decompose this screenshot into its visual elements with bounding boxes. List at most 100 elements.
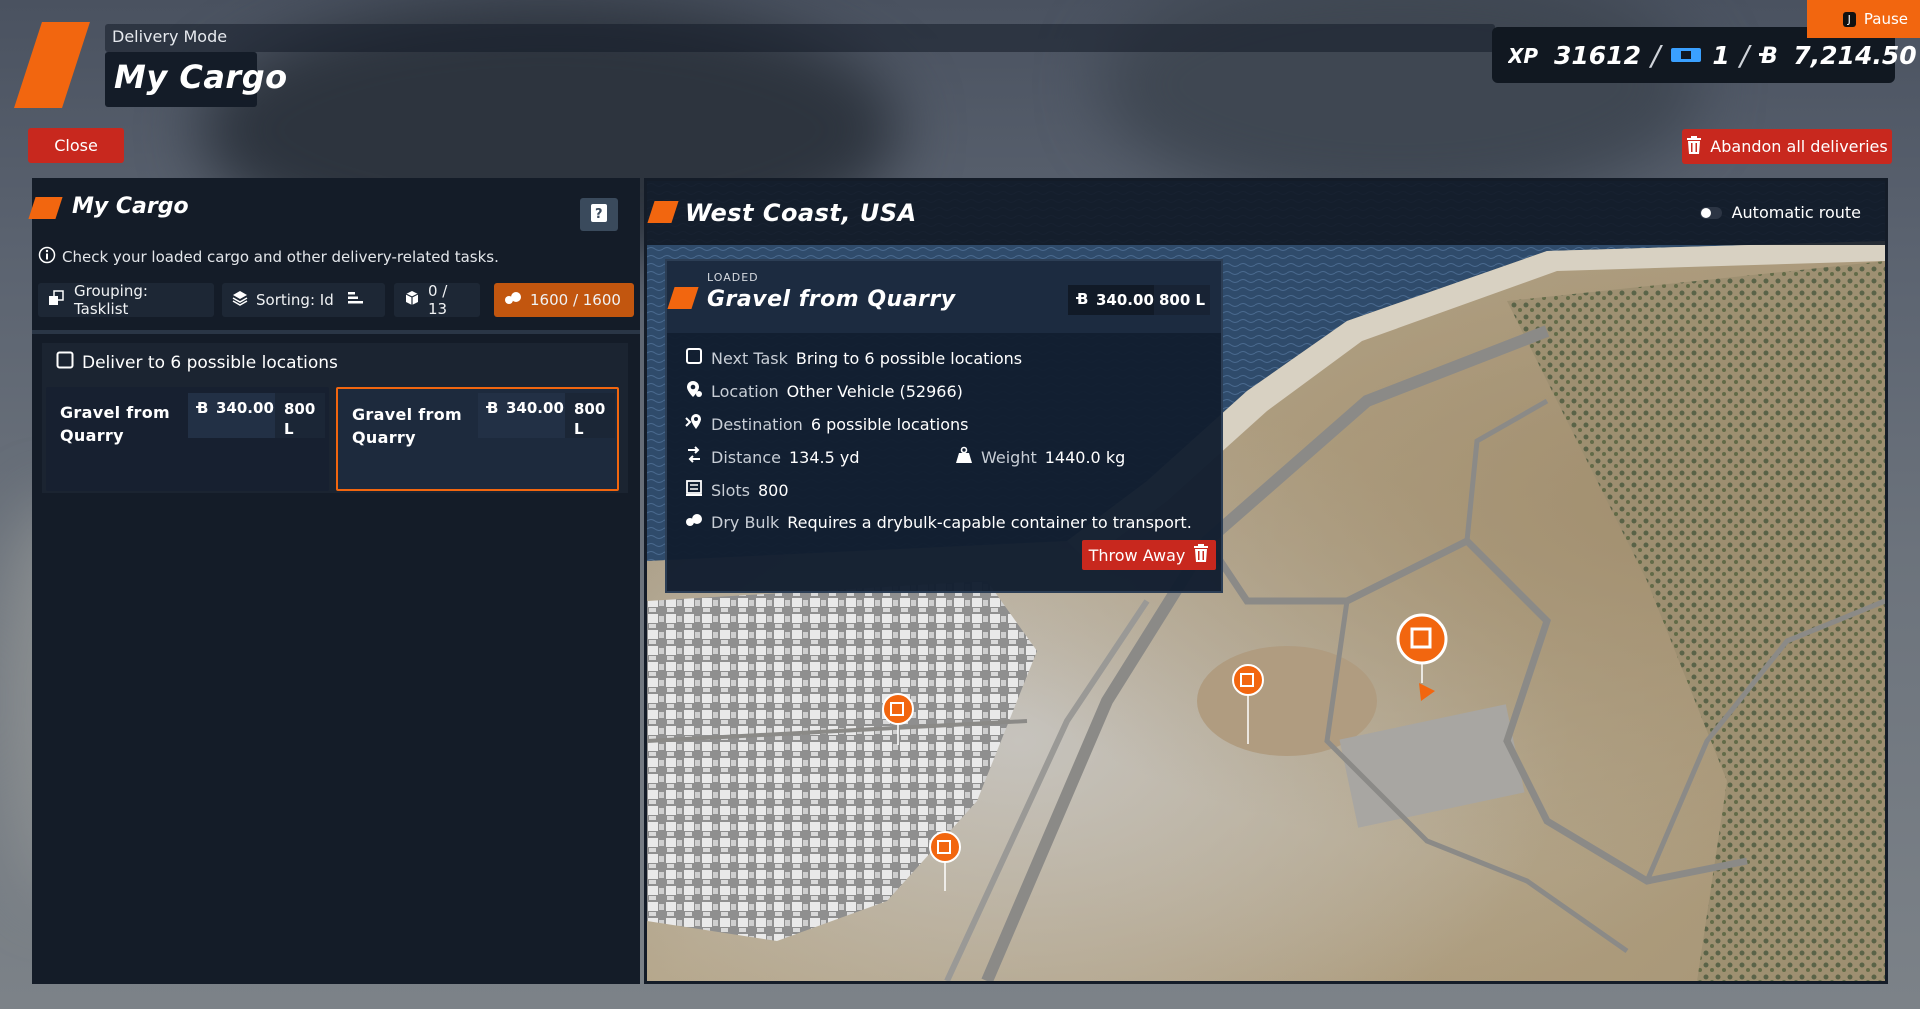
mode-label: Delivery Mode (112, 27, 228, 46)
weight-icon (955, 446, 973, 468)
distance-key: Distance (711, 447, 781, 467)
svg-text:?: ? (595, 207, 603, 222)
cargo-status: LOADED (707, 271, 759, 284)
next-task-value: Bring to 6 possible locations (795, 348, 1023, 368)
tickets-value: 1 (1712, 40, 1730, 70)
next-task-key: Next Task (711, 348, 788, 368)
money-icon: B (1759, 43, 1783, 67)
weight-value: 1440.0 kg (1044, 447, 1126, 467)
checkbox-icon (56, 351, 74, 374)
cargo-card-volume: 800 L (565, 393, 615, 438)
box-icon (404, 290, 420, 310)
active-delivery-pin[interactable] (1395, 613, 1449, 717)
sorting-label: Sorting: Id (256, 291, 334, 309)
pause-label: Pause (1863, 10, 1908, 28)
cargo-card-name: Gravel from Quarry (60, 403, 170, 445)
game-logo-slash (14, 22, 90, 108)
slots-value: 800 (758, 480, 789, 500)
pause-key-hint: J (1842, 11, 1856, 27)
capacity-icon (504, 291, 522, 309)
delivery-pin[interactable] (880, 693, 916, 749)
trash-icon (1686, 135, 1702, 158)
map-region-title: West Coast, USA (685, 199, 917, 227)
mode-label-bar (105, 24, 1495, 52)
capacity-badge: 1600 / 1600 (494, 283, 634, 317)
abandon-all-deliveries-button[interactable]: Abandon all deliveries (1682, 129, 1892, 164)
next-task-row: Next Task Bring to 6 possible locations (685, 347, 1022, 369)
automatic-route-label: Automatic route (1731, 203, 1861, 222)
cargo-detail-name: Gravel from Quarry (707, 287, 956, 312)
location-value: Other Vehicle (52966) (786, 381, 963, 401)
task-group: Deliver to 6 possible locations Gravel f… (42, 343, 628, 493)
layers-icon (232, 290, 248, 310)
automatic-route-toggle[interactable]: Automatic route (1699, 203, 1861, 222)
delivery-pin[interactable] (1230, 664, 1266, 748)
money-icon: B (486, 399, 500, 438)
xp-icon: XP (1508, 44, 1544, 66)
svg-text:XP: XP (1508, 44, 1538, 66)
location-row: Location Other Vehicle (52966) (685, 380, 963, 402)
slots-row: Slots 800 (685, 479, 789, 501)
throw-away-button[interactable]: Throw Away (1082, 540, 1216, 570)
money-icon: B (1076, 290, 1090, 310)
pause-button[interactable]: J Pause (1807, 0, 1920, 38)
capacity-value: 1600 / 1600 (530, 291, 621, 309)
cargo-panel: My Cargo ? Check your loaded cargo and o… (28, 178, 640, 984)
checkbox-icon (685, 347, 703, 369)
panel-accent (28, 197, 63, 219)
distance-icon (685, 446, 703, 468)
dry-bulk-icon (685, 512, 703, 532)
cargo-card-name: Gravel from Quarry (352, 405, 462, 447)
money-icon: B (196, 399, 210, 438)
toggle-switch[interactable] (1699, 206, 1722, 219)
delivery-pin[interactable] (927, 831, 963, 895)
slots-icon (685, 479, 703, 501)
weight-key: Weight (981, 447, 1037, 467)
grouping-icon (48, 290, 66, 310)
panel-divider (32, 330, 640, 334)
help-button[interactable]: ? (580, 198, 618, 231)
info-line: Check your loaded cargo and other delive… (38, 246, 499, 268)
cargo-count: 0 / 13 (428, 282, 448, 318)
destination-icon (685, 413, 703, 435)
distance-value: 134.5 yd (788, 447, 860, 467)
info-text: Check your loaded cargo and other delive… (62, 248, 499, 266)
throw-away-label: Throw Away (1088, 545, 1186, 565)
money-value: 7,214.50 (1793, 40, 1917, 70)
page-title: My Cargo (114, 58, 288, 96)
abandon-label: Abandon all deliveries (1710, 137, 1888, 156)
cargo-type-key: Dry Bulk (711, 512, 780, 532)
task-group-header[interactable]: Deliver to 6 possible locations (56, 351, 338, 374)
map-header: West Coast, USA Automatic route (647, 181, 1885, 245)
cargo-card-price-value: 340.00 (506, 399, 564, 417)
slots-key: Slots (711, 480, 750, 500)
cargo-type-row: Dry Bulk Requires a drybulk-capable cont… (685, 512, 1192, 532)
stats-separator: / (1650, 38, 1661, 72)
map-panel[interactable]: West Coast, USA Automatic route LOADED G… (644, 178, 1888, 984)
sorting-dropdown[interactable]: Sorting: Id (222, 283, 385, 317)
destination-row: Destination 6 possible locations (685, 413, 969, 435)
sort-order-icon[interactable] (347, 291, 364, 309)
cargo-count-badge: 0 / 13 (394, 282, 480, 318)
cargo-panel-title: My Cargo (72, 194, 189, 219)
destination-value: 6 possible locations (810, 414, 969, 434)
close-button[interactable]: Close (28, 128, 124, 163)
cargo-card-price-value: 340.00 (216, 399, 274, 417)
location-icon (685, 380, 703, 402)
trash-icon (1193, 544, 1209, 566)
grouping-dropdown[interactable]: Grouping: Tasklist (38, 282, 214, 318)
cargo-card-price: B 340.00 (188, 393, 275, 438)
cargo-card[interactable]: Gravel from Quarry B 340.00 800 L (46, 387, 329, 491)
task-group-title: Deliver to 6 possible locations (82, 352, 338, 373)
ticket-icon (1670, 45, 1702, 65)
panel-accent (647, 201, 679, 223)
location-key: Location (711, 381, 779, 401)
cargo-card-volume: 800 L (275, 393, 325, 438)
cargo-detail-header: LOADED Gravel from Quarry B 340.00 800 L (667, 261, 1221, 333)
cargo-detail-price-value: 340.00 (1096, 291, 1154, 309)
weight-row: Weight 1440.0 kg (955, 446, 1125, 468)
question-icon: ? (590, 203, 608, 227)
cargo-detail-price: B 340.00 (1068, 285, 1154, 315)
destination-key: Destination (711, 414, 803, 434)
cargo-card-selected[interactable]: Gravel from Quarry B 340.00 800 L (336, 387, 619, 491)
